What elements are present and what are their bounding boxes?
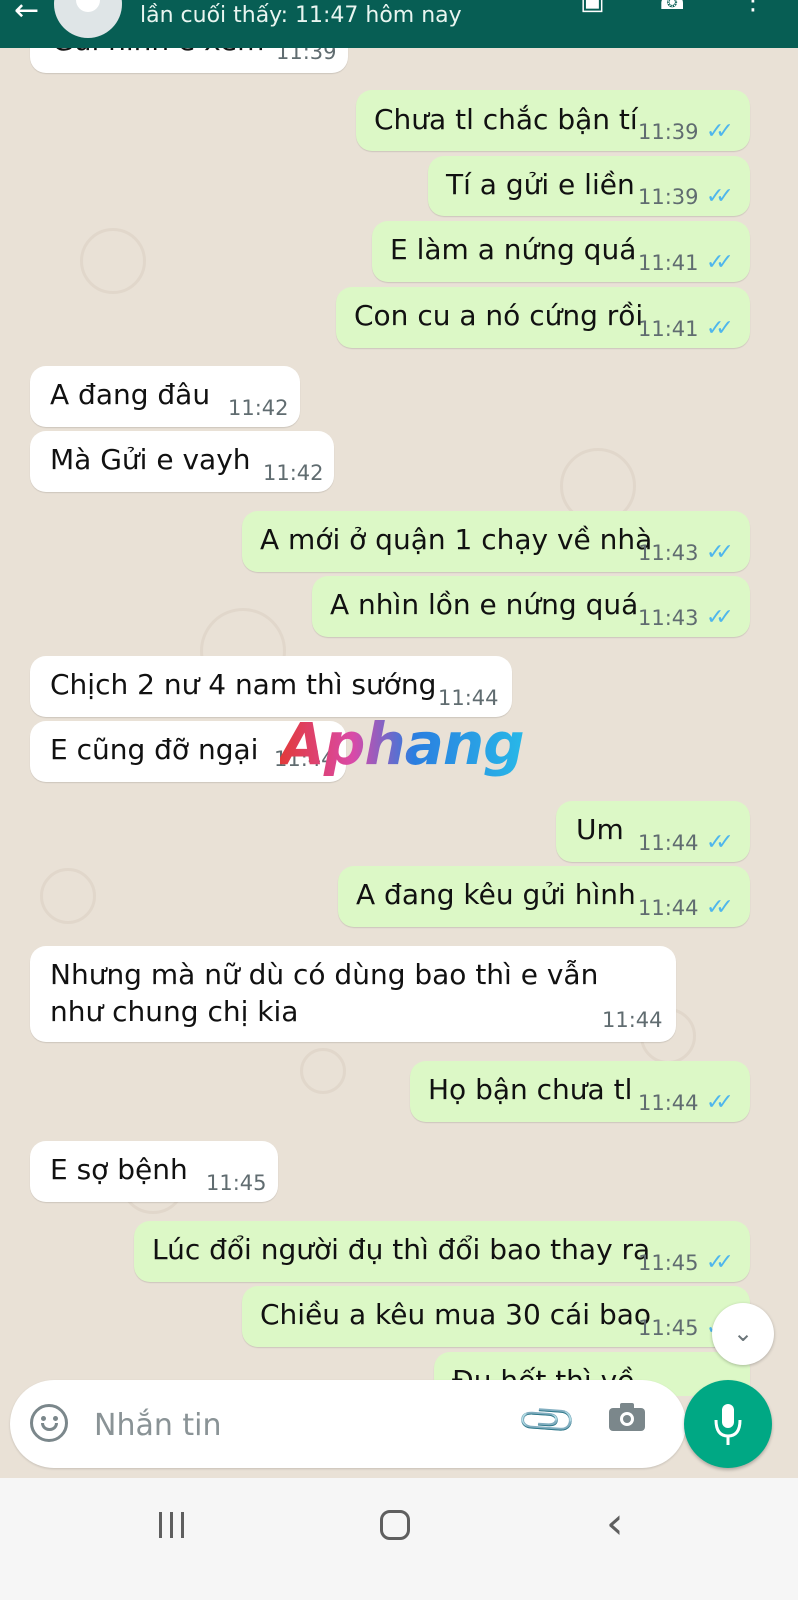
message-time: 11:39 <box>276 48 337 64</box>
message-text: E cũng đỡ ngại <box>50 733 259 766</box>
voice-call-icon[interactable]: ☎ <box>656 0 688 16</box>
message-text: Chịch 2 nư 4 nam thì sướng <box>50 668 437 701</box>
message-text: Chưa tl chắc bận tí <box>374 103 638 136</box>
last-seen-status: lần cuối thấy: 11:47 hôm nay <box>140 3 462 28</box>
message-text: Chiều a kêu mua 30 cái bao <box>260 1298 652 1331</box>
message-bubble-incoming[interactable]: A đang đâu 11:42 <box>30 366 300 427</box>
more-options-icon[interactable]: ⋮ <box>740 0 766 16</box>
message-bubble-outgoing[interactable]: Um 11:44 ✓✓ <box>556 801 750 862</box>
message-time: 11:39 <box>638 120 699 144</box>
chat-messages-area[interactable]: Gửi hình e xem 11:39 Chưa tl chắc bận tí… <box>0 48 798 1396</box>
message-time: 11:44 <box>274 747 335 771</box>
message-time: 11:41 <box>638 317 699 341</box>
message-bubble-incoming[interactable]: E cũng đỡ ngại 11:44 <box>30 721 346 782</box>
message-text: Họ bận chưa tl <box>428 1073 633 1106</box>
message-time: 11:44 <box>602 1008 663 1032</box>
message-time: 11:43 <box>638 541 699 565</box>
message-text: Um <box>576 813 624 846</box>
message-bubble-outgoing[interactable]: A nhìn lồn e nứng quá 11:43 ✓✓ <box>312 576 750 637</box>
message-bubble-incoming[interactable]: Chịch 2 nư 4 nam thì sướng 11:44 <box>30 656 512 717</box>
message-bubble-outgoing[interactable]: Chưa tl chắc bận tí 11:39 ✓✓ <box>356 90 750 151</box>
message-bubble-incoming[interactable]: Gửi hình e xem 11:39 <box>30 48 348 73</box>
read-ticks-icon: ✓✓ <box>706 184 734 209</box>
message-text: A đang kêu gửi hình <box>356 878 636 911</box>
message-text: Con cu a nó cứng rồi <box>354 299 644 332</box>
message-bubble-outgoing[interactable]: A đang kêu gửi hình 11:44 ✓✓ <box>338 866 750 927</box>
message-time: 11:44 <box>638 831 699 855</box>
system-navigation-bar: ‹ <box>0 1478 798 1600</box>
video-call-icon[interactable]: ▣ <box>580 0 605 16</box>
message-bubble-outgoing[interactable]: A mới ở quận 1 chạy về nhà 11:43 ✓✓ <box>242 511 750 572</box>
home-icon[interactable] <box>380 1510 410 1540</box>
message-bubble-outgoing[interactable]: Chiều a kêu mua 30 cái bao 11:45 ✓✓ <box>242 1286 750 1347</box>
message-text: Tí a gửi e liền <box>446 168 635 201</box>
message-bubble-outgoing[interactable]: Họ bận chưa tl 11:44 ✓✓ <box>410 1061 750 1122</box>
emoji-icon[interactable] <box>30 1404 68 1442</box>
recent-apps-icon[interactable] <box>158 1510 186 1540</box>
read-ticks-icon: ✓✓ <box>706 895 734 920</box>
message-time: 11:45 <box>206 1171 267 1195</box>
message-text: E làm a nứng quá <box>390 233 637 266</box>
scroll-to-bottom-button[interactable]: ⌄ <box>712 1303 774 1365</box>
message-time: 11:41 <box>638 251 699 275</box>
message-bubble-outgoing[interactable]: Lúc đổi người đụ thì đổi bao thay ra 11:… <box>134 1221 750 1282</box>
message-text: Lúc đổi người đụ thì đổi bao thay ra <box>152 1233 651 1266</box>
avatar[interactable] <box>54 0 122 38</box>
attach-icon[interactable]: 📎 <box>515 1388 580 1453</box>
back-icon[interactable]: ‹ <box>606 1498 624 1549</box>
message-time: 11:42 <box>263 461 324 485</box>
message-time: 11:44 <box>638 1091 699 1115</box>
message-bubble-incoming[interactable]: E sợ bệnh 11:45 <box>30 1141 278 1202</box>
message-text: A nhìn lồn e nứng quá <box>330 588 639 621</box>
read-ticks-icon: ✓✓ <box>706 605 734 630</box>
message-text: A mới ở quận 1 chạy về nhà <box>260 523 653 556</box>
mic-icon <box>714 1404 742 1445</box>
chat-header: ← lần cuối thấy: 11:47 hôm nay ▣ ☎ ⋮ <box>0 0 798 48</box>
message-time: 11:43 <box>638 606 699 630</box>
read-ticks-icon: ✓✓ <box>706 250 734 275</box>
message-time: 11:44 <box>438 686 499 710</box>
read-ticks-icon: ✓✓ <box>706 119 734 144</box>
message-text: E sợ bệnh <box>50 1153 188 1186</box>
message-input[interactable] <box>92 1400 496 1450</box>
message-bubble-outgoing[interactable]: E làm a nứng quá 11:41 ✓✓ <box>372 221 750 282</box>
message-text: Nhưng mà nữ dù có dùng bao thì e vẫn như… <box>50 958 599 1028</box>
message-text: Gửi hình e xem <box>52 48 264 59</box>
message-text: A đang đâu <box>50 378 211 411</box>
message-bubble-outgoing[interactable]: Tí a gửi e liền 11:39 ✓✓ <box>428 156 750 216</box>
message-time: 11:44 <box>638 896 699 920</box>
read-ticks-icon: ✓✓ <box>706 830 734 855</box>
read-ticks-icon: ✓✓ <box>706 1090 734 1115</box>
message-time: 11:45 <box>638 1316 699 1340</box>
message-time: 11:45 <box>638 1251 699 1275</box>
message-bubble-incoming[interactable]: Nhưng mà nữ dù có dùng bao thì e vẫn như… <box>30 946 676 1042</box>
double-chevron-down-icon: ⌄ <box>732 1319 754 1347</box>
message-time: 11:42 <box>228 396 289 420</box>
back-arrow-icon[interactable]: ← <box>14 0 39 26</box>
read-ticks-icon: ✓✓ <box>706 540 734 565</box>
mic-button[interactable] <box>684 1380 772 1468</box>
read-ticks-icon: ✓✓ <box>706 316 734 341</box>
message-text: Mà Gửi e vayh <box>50 443 251 476</box>
message-time: 11:39 <box>638 185 699 209</box>
camera-icon[interactable] <box>608 1402 646 1432</box>
message-bubble-incoming[interactable]: Mà Gửi e vayh 11:42 <box>30 431 334 492</box>
message-bubble-outgoing[interactable]: Con cu a nó cứng rồi 11:41 ✓✓ <box>336 287 750 348</box>
message-composer: 📎 <box>10 1380 686 1468</box>
read-ticks-icon: ✓✓ <box>706 1250 734 1275</box>
